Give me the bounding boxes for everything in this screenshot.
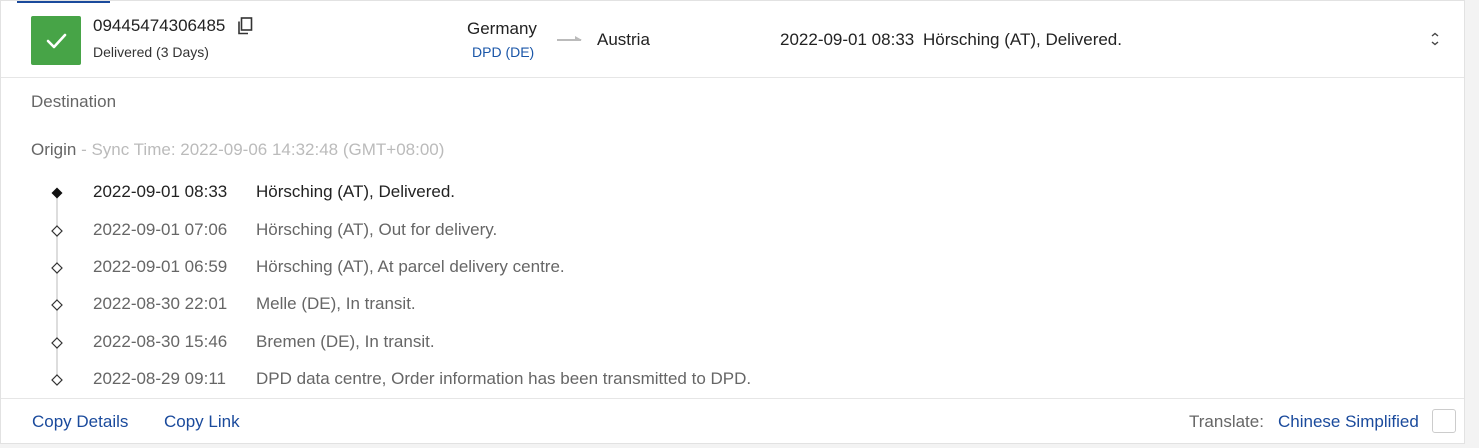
event-time: 2022-08-30 15:46 [93,332,228,351]
shipment-summary[interactable]: 09445474306485 Delivered (3 Days) German… [1,1,1464,78]
route-arrow-icon [557,36,582,41]
timeline-event: 2022-09-01 08:33 Hörsching (AT), Deliver… [1,182,1464,206]
sync-time: - Sync Time: 2022-09-06 14:32:48 (GMT+08… [76,140,445,159]
origin-label: Origin [31,140,77,159]
translate-toggle[interactable] [1432,409,1456,433]
event-time: 2022-08-29 09:11 [93,369,226,388]
shipment-card: 09445474306485 Delivered (3 Days) German… [0,0,1465,444]
event-description: Hörsching (AT), Delivered. [256,182,456,201]
check-icon [46,33,67,48]
destination-heading: Destination [31,92,117,111]
event-description: Bremen (DE), In transit. [256,332,435,351]
timeline-event: 2022-08-29 09:11 DPD data centre, Order … [1,369,1464,393]
delivered-status-badge [31,16,81,65]
diamond-icon [51,299,63,311]
collapse-icon[interactable] [1429,32,1441,46]
diamond-icon [51,337,63,349]
delivery-status-text: Delivered (3 Days) [93,44,209,60]
tracking-number: 09445474306485 [93,16,226,35]
diamond-icon [51,225,63,237]
event-description: Hörsching (AT), Out for delivery. [256,220,498,239]
copy-link-link[interactable]: Copy Link [164,412,240,432]
carrier-link[interactable]: DPD (DE) [472,44,534,60]
event-time: 2022-09-01 07:06 [93,220,228,239]
origin-country: Germany [467,19,537,38]
event-description: Hörsching (AT), At parcel delivery centr… [256,257,565,276]
translate-language-link[interactable]: Chinese Simplified [1278,412,1419,432]
copy-icon[interactable] [237,17,253,35]
diamond-icon [51,374,63,386]
event-time: 2022-08-30 22:01 [93,294,228,313]
filled-diamond-icon [51,187,63,199]
event-description: DPD data centre, Order information has b… [256,369,752,388]
event-time: 2022-09-01 06:59 [93,257,228,276]
timeline-event: 2022-08-30 22:01 Melle (DE), In transit. [1,294,1464,318]
latest-event-desc: Hörsching (AT), Delivered. [922,30,1122,49]
translate-label: Translate: [1189,412,1264,431]
timeline-event: 2022-09-01 07:06 Hörsching (AT), Out for… [1,220,1464,244]
origin-heading: Origin - Sync Time: 2022-09-06 14:32:48 … [31,140,444,160]
timeline-event: 2022-09-01 06:59 Hörsching (AT), At parc… [1,257,1464,281]
latest-event-time: 2022-09-01 08:33 [780,30,915,49]
latest-event: 2022-09-01 08:33 Hörsching (AT), Deliver… [780,30,1122,50]
timeline-event: 2022-08-30 15:46 Bremen (DE), In transit… [1,332,1464,356]
copy-details-link[interactable]: Copy Details [32,412,128,432]
diamond-icon [51,262,63,274]
event-time: 2022-09-01 08:33 [93,182,228,201]
destination-country: Austria [597,30,650,49]
card-footer: Copy Details Copy Link Translate: Chines… [1,398,1464,445]
event-description: Melle (DE), In transit. [256,294,416,313]
